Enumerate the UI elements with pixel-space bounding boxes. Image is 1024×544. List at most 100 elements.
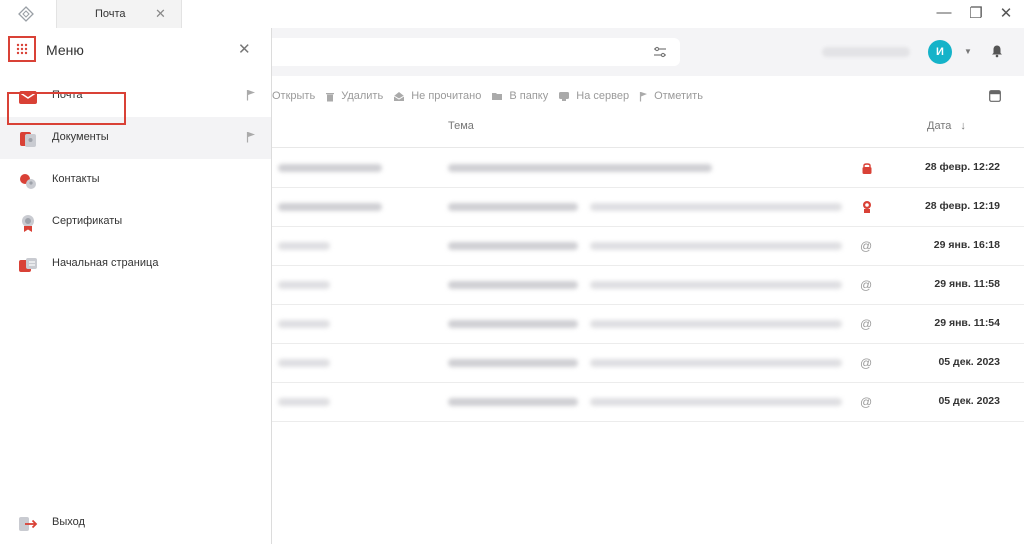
toolbar-flag-label: Отметить xyxy=(654,90,703,102)
preview-blurred xyxy=(590,359,842,367)
preview-blurred xyxy=(590,281,842,289)
row-date: 28 февр. 12:19 xyxy=(924,200,1000,212)
server-upload-icon xyxy=(559,91,570,101)
menu-item-home-page[interactable]: Начальная страница xyxy=(0,243,271,285)
row-date: 29 янв. 11:58 xyxy=(934,278,1000,290)
menu-item-label: Документы xyxy=(52,131,109,143)
preview-blurred xyxy=(590,242,842,250)
table-row[interactable]: 28 февр. 12:19 xyxy=(272,187,1024,227)
row-date: 29 янв. 11:54 xyxy=(934,317,1000,329)
flag-icon[interactable] xyxy=(246,131,256,143)
menu-grid-button[interactable] xyxy=(8,36,36,62)
app-logo-icon xyxy=(18,6,34,22)
table-row[interactable]: @ 05 дек. 2023 xyxy=(272,382,1024,422)
flag-icon[interactable] xyxy=(246,89,256,101)
subject-blurred xyxy=(448,242,578,250)
subject-blurred xyxy=(448,359,578,367)
menu-item-label: Контакты xyxy=(52,173,100,185)
preview-blurred xyxy=(590,398,842,406)
menu-title: Меню xyxy=(46,42,84,58)
tab-mail[interactable]: Почта ✕ xyxy=(56,0,182,28)
contacts-icon xyxy=(20,174,36,189)
home-page-icon xyxy=(19,258,37,272)
trash-icon xyxy=(326,92,335,101)
message-toolbar: Открыть Удалить Не прочитано В папку На … xyxy=(272,84,713,108)
menu-item-label: Начальная страница xyxy=(52,257,159,269)
menu-item-certificates[interactable]: Сертификаты xyxy=(0,201,271,243)
column-header-date[interactable]: Дата ↓ xyxy=(927,120,966,146)
toolbar-unread-label: Не прочитано xyxy=(411,90,482,102)
tab-close-icon[interactable]: ✕ xyxy=(155,6,166,22)
sender-blurred xyxy=(278,242,330,250)
sender-blurred xyxy=(278,281,330,289)
table-row[interactable]: @ 05 дек. 2023 xyxy=(272,343,1024,383)
menu-item-label: Сертификаты xyxy=(52,215,123,227)
menu-item-logout[interactable]: Выход xyxy=(0,502,271,544)
row-date: 29 янв. 16:18 xyxy=(933,239,1000,251)
grid-icon xyxy=(16,43,28,55)
bell-icon[interactable] xyxy=(990,44,1004,58)
subject-blurred xyxy=(448,320,578,328)
table-row[interactable]: @ 29 янв. 11:58 xyxy=(272,265,1024,305)
toolbar-folder-label: В папку xyxy=(509,90,549,102)
certificates-icon xyxy=(22,215,34,232)
preview-blurred xyxy=(590,320,842,328)
avatar[interactable]: И xyxy=(928,40,952,64)
at-icon: @ xyxy=(860,395,873,409)
restore-button[interactable]: ❐ xyxy=(966,4,986,22)
menu-item-contacts[interactable]: Контакты xyxy=(0,159,271,201)
logout-icon xyxy=(19,517,38,531)
folder-icon xyxy=(492,93,503,100)
toolbar-delete-label: Удалить xyxy=(341,90,384,102)
toolbar-server-button[interactable]: На сервер xyxy=(558,90,629,102)
sender-blurred xyxy=(278,320,330,328)
subject-blurred xyxy=(448,164,712,172)
row-date: 05 дек. 2023 xyxy=(938,356,1000,368)
toolbar-server-label: На сервер xyxy=(576,90,630,102)
documents-icon xyxy=(20,132,36,147)
sender-blurred xyxy=(278,398,330,406)
layout-toggle-icon[interactable] xyxy=(989,90,1001,102)
envelope-open-icon xyxy=(393,91,405,101)
toolbar-delete-button[interactable]: Удалить xyxy=(325,90,383,102)
tab-label: Почта xyxy=(95,8,126,20)
menu-item-label: Выход xyxy=(52,516,85,528)
flag-icon xyxy=(639,91,648,101)
at-icon: @ xyxy=(860,239,873,253)
at-icon: @ xyxy=(860,278,873,292)
window-titlebar: Почта ✕ — ❐ ✕ xyxy=(0,0,1024,29)
preview-blurred xyxy=(590,203,842,211)
toolbar-folder-button[interactable]: В папку xyxy=(491,90,548,102)
certificate-icon xyxy=(863,201,871,213)
sender-blurred xyxy=(278,203,382,211)
toolbar-open-label: Открыть xyxy=(272,90,316,102)
user-name-blurred xyxy=(822,47,910,57)
search-input[interactable] xyxy=(200,38,680,66)
toolbar-open-button[interactable]: Открыть xyxy=(272,90,315,102)
close-window-button[interactable]: ✕ xyxy=(996,4,1016,22)
sender-blurred xyxy=(278,164,382,172)
filter-settings-icon[interactable] xyxy=(653,45,667,59)
arrow-down-icon: ↓ xyxy=(960,120,966,132)
at-icon: @ xyxy=(860,317,873,331)
row-date: 05 дек. 2023 xyxy=(938,395,1000,407)
row-date: 28 февр. 12:22 xyxy=(924,161,1000,173)
subject-blurred xyxy=(448,281,578,289)
menu-divider xyxy=(271,28,272,544)
minimize-button[interactable]: — xyxy=(934,4,954,21)
table-row[interactable]: @ 29 янв. 11:54 xyxy=(272,304,1024,344)
at-icon: @ xyxy=(860,356,873,370)
chevron-down-icon[interactable]: ▼ xyxy=(964,47,972,56)
table-row[interactable]: @ 29 янв. 16:18 xyxy=(272,226,1024,266)
close-icon[interactable]: ✕ xyxy=(238,40,251,58)
table-row[interactable]: 28 февр. 12:22 xyxy=(272,148,1024,188)
sender-blurred xyxy=(278,359,330,367)
documents-highlight-frame xyxy=(7,92,126,125)
toolbar-unread-button[interactable]: Не прочитано xyxy=(393,90,481,102)
column-header-subject[interactable]: Тема xyxy=(448,120,474,146)
toolbar-flag-button[interactable]: Отметить xyxy=(639,90,703,102)
column-header-date-label: Дата xyxy=(927,120,952,132)
subject-blurred xyxy=(448,398,578,406)
lock-icon xyxy=(862,163,872,174)
subject-blurred xyxy=(448,203,578,211)
